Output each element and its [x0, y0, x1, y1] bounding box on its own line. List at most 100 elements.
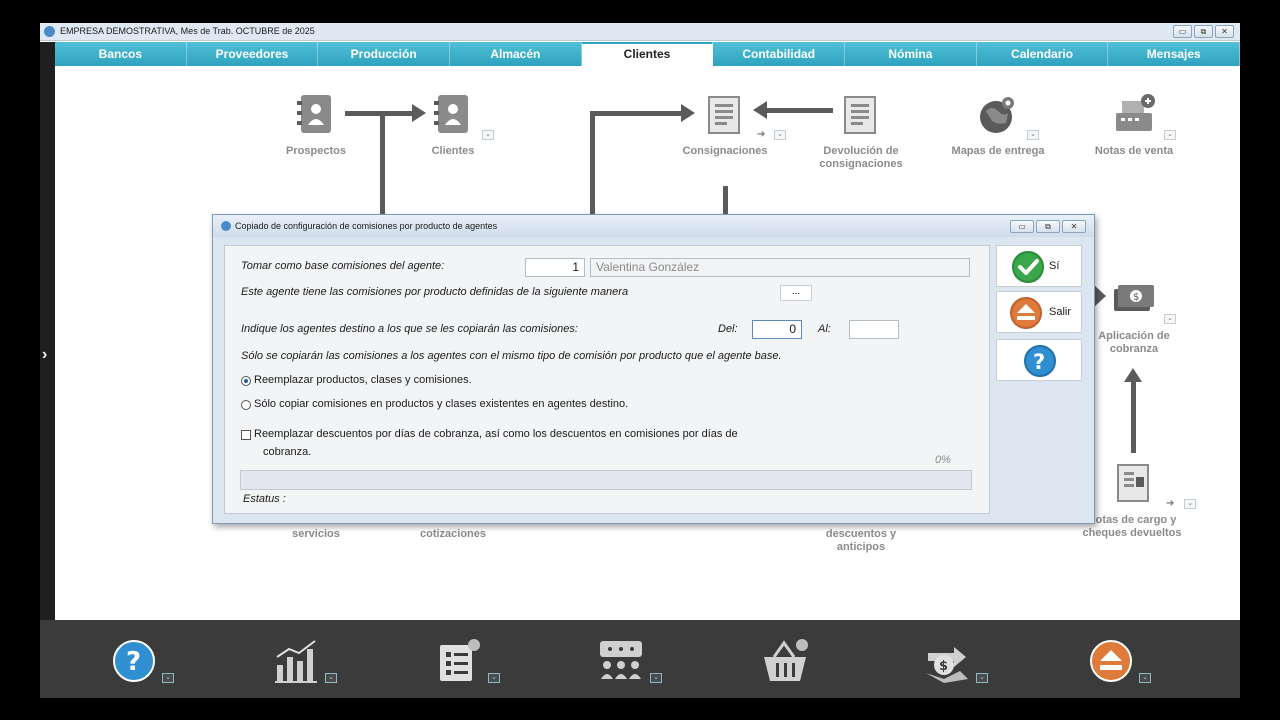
tab-contabilidad[interactable]: Contabilidad — [713, 42, 846, 66]
chevron-down-icon[interactable]: ⌄ — [488, 673, 500, 683]
chevron-down-icon[interactable]: ⌄ — [774, 130, 786, 140]
dialog-restore-button[interactable]: ⧉ — [1036, 220, 1060, 233]
flow-label-anticipos[interactable]: anticipos — [808, 541, 914, 554]
app-icon — [44, 26, 55, 37]
salir-label: Salir — [1049, 306, 1072, 318]
exit-tool[interactable]: ⌄ — [1087, 633, 1157, 689]
tab-clientes[interactable]: Clientes — [581, 42, 714, 66]
chevron-down-icon[interactable]: ⌄ — [650, 673, 662, 683]
arrow-up-icon — [1124, 368, 1142, 382]
chevron-down-icon[interactable]: ⌄ — [325, 673, 337, 683]
money-icon: $ — [1114, 285, 1154, 311]
flow-label-cotizaciones[interactable]: cotizaciones — [412, 528, 494, 541]
minimize-button[interactable]: ▭ — [1173, 25, 1192, 38]
eject-icon — [1090, 640, 1132, 682]
flow-label: cobranza — [1109, 343, 1159, 355]
svg-text:?: ? — [1033, 350, 1045, 374]
contact-book-icon — [434, 95, 468, 133]
chevron-down-icon[interactable]: ⌄ — [976, 673, 988, 683]
svg-text:$: $ — [1133, 292, 1139, 303]
money-exchange-icon: $ — [926, 647, 968, 683]
chevron-down-icon[interactable]: ⌄ — [482, 130, 494, 140]
help-tool[interactable]: ? ⌄ — [110, 633, 180, 689]
flow-mapas-entrega[interactable]: Mapas de entrega — [940, 93, 1056, 163]
to-agent-input[interactable] — [849, 320, 899, 339]
base-agent-label: Tomar como base comisiones del agente: — [241, 260, 445, 272]
existing-only-label[interactable]: Sólo copiar comisiones en productos y cl… — [254, 398, 628, 410]
existing-only-radio[interactable] — [241, 400, 251, 410]
svg-text:$: $ — [939, 659, 948, 674]
tab-calendario[interactable]: Calendario — [977, 42, 1109, 66]
close-button[interactable]: ✕ — [1215, 25, 1234, 38]
from-agent-input[interactable]: 0 — [752, 320, 802, 339]
flow-prospectos[interactable]: Prospectos — [275, 93, 357, 163]
basket-icon — [764, 639, 808, 681]
progress-bar — [240, 470, 972, 490]
chevron-down-icon[interactable]: ⌄ — [162, 673, 174, 683]
tab-mensajes[interactable]: Mensajes — [1108, 42, 1240, 66]
reports-tool[interactable]: ⌄ — [273, 633, 343, 689]
flow-connector — [1131, 378, 1136, 453]
target-agents-label: Indique los agentes destino a los que se… — [241, 323, 578, 335]
replace-products-label[interactable]: Reemplazar productos, clases y comisione… — [254, 374, 472, 386]
app-icon — [221, 221, 231, 231]
window-title: EMPRESA DEMOSTRATIVA, Mes de Trab. OCTUB… — [60, 26, 315, 36]
tab-produccion[interactable]: Producción — [318, 42, 451, 66]
flow-connector — [723, 186, 728, 216]
tab-bancos[interactable]: Bancos — [55, 42, 187, 66]
team-tool[interactable]: ⌄ — [598, 633, 668, 689]
chevron-down-icon[interactable]: ⌄ — [1164, 130, 1176, 140]
flow-label-descuentos[interactable]: descuentos y — [808, 528, 914, 541]
chevron-down-icon[interactable]: ⌄ — [1027, 130, 1039, 140]
flow-label: Notas de venta — [1094, 145, 1174, 157]
copy-commissions-dialog: Copiado de configuración de comisiones p… — [212, 214, 1095, 524]
view-commissions-button[interactable]: ... — [780, 285, 812, 301]
payments-tool[interactable]: $ ⌄ — [924, 633, 994, 689]
flow-label-servicios[interactable]: servicios — [275, 528, 357, 541]
chevron-down-icon[interactable]: ⌄ — [1164, 314, 1176, 324]
eject-icon — [1010, 297, 1042, 329]
si-label: Sí — [1049, 260, 1060, 272]
to-label: Al: — [818, 323, 831, 335]
chevron-down-icon[interactable]: ⌄ — [1139, 673, 1151, 683]
salir-button[interactable]: Salir — [996, 291, 1082, 333]
globe-pin-icon — [980, 97, 1014, 133]
si-button[interactable]: Sí — [996, 245, 1082, 287]
tab-nomina[interactable]: Nómina — [845, 42, 977, 66]
help-icon: ? — [1024, 345, 1056, 377]
cash-register-icon — [1116, 94, 1155, 131]
team-icon — [600, 641, 642, 679]
same-type-note: Sólo se copiarán las comisiones a los ag… — [241, 350, 782, 362]
replace-products-radio[interactable] — [241, 376, 251, 386]
chevron-down-icon[interactable]: ⌄ — [1184, 499, 1196, 509]
flow-label: consignaciones — [819, 158, 903, 170]
tab-proveedores[interactable]: Proveedores — [187, 42, 319, 66]
dialog-close-button[interactable]: ✕ — [1062, 220, 1086, 233]
flow-label: cheques devueltos — [1082, 527, 1182, 539]
base-agent-name-field: Valentina González — [590, 258, 970, 277]
basket-tool[interactable] — [762, 633, 832, 689]
restore-button[interactable]: ⧉ — [1194, 25, 1213, 38]
help-button[interactable]: ? — [996, 339, 1082, 381]
dialog-minimize-button[interactable]: ▭ — [1010, 220, 1034, 233]
chevron-right-icon[interactable]: › — [42, 346, 47, 364]
replace-discounts-label[interactable]: Reemplazar descuentos por días de cobran… — [254, 428, 738, 440]
flow-label: Consignaciones — [682, 145, 768, 157]
flow-label: Aplicación de — [1098, 330, 1170, 342]
flow-clientes[interactable]: Clientes — [412, 93, 494, 163]
svg-text:?: ? — [126, 647, 141, 677]
contact-book-icon — [297, 95, 331, 133]
flow-notas-venta[interactable]: Notas de venta — [1080, 93, 1188, 163]
dialog-title-bar: Copiado de configuración de comisiones p… — [213, 215, 1094, 237]
base-agent-number-input[interactable]: 1 — [525, 258, 585, 277]
flow-devolucion-consignaciones[interactable]: Devolución de consignaciones — [808, 93, 914, 173]
checklist-tool[interactable]: ⌄ — [436, 633, 506, 689]
module-tabs: Bancos Proveedores Producción Almacén Cl… — [55, 42, 1240, 66]
flow-label: Devolución de — [823, 145, 899, 157]
help-icon: ? — [113, 640, 155, 682]
flow-consignaciones[interactable]: Consignaciones — [672, 93, 778, 163]
title-bar: EMPRESA DEMOSTRATIVA, Mes de Trab. OCTUB… — [40, 23, 1240, 41]
tab-almacen[interactable]: Almacén — [450, 42, 582, 66]
replace-discounts-checkbox[interactable] — [241, 430, 251, 440]
dialog-body: Tomar como base comisiones del agente: 1… — [224, 245, 990, 514]
